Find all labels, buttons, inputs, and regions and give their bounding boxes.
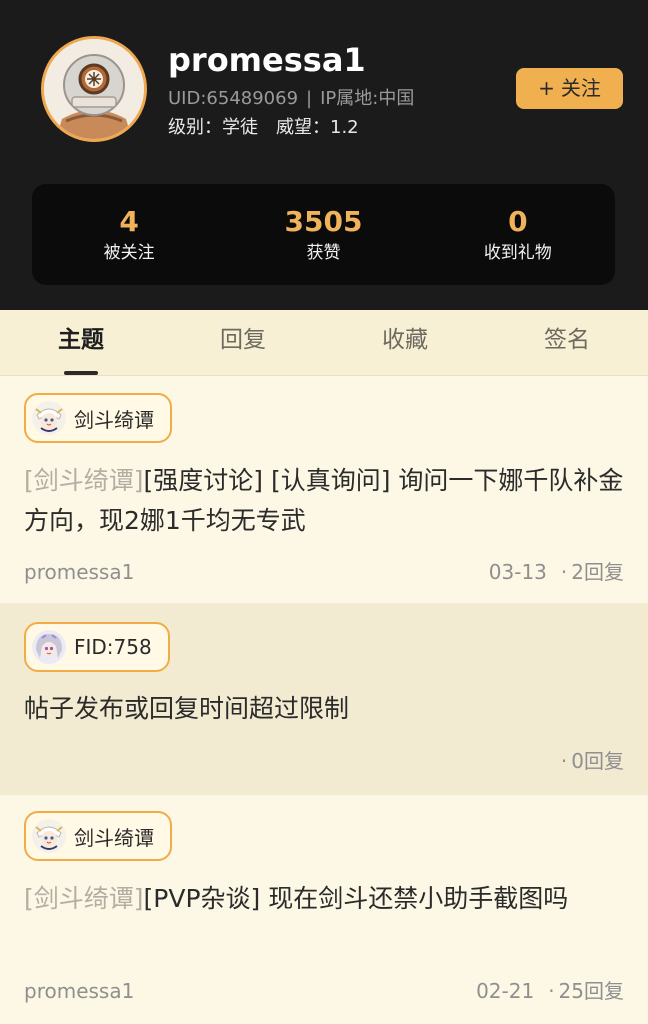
post-item[interactable]: 剑斗绮谭 [剑斗绮谭][PVP杂谈] 现在剑斗还禁小助手截图吗 promessa… (0, 795, 648, 1024)
stat-likes[interactable]: 3505 获赞 (226, 184, 420, 285)
tab-topics[interactable]: 主题 (0, 310, 162, 375)
username: promessa1 (168, 41, 366, 79)
dot-separator: · (560, 749, 568, 773)
tab-favorites[interactable]: 收藏 (324, 310, 486, 375)
post-author[interactable]: promessa1 (24, 558, 134, 586)
uid-ip-line: UID:65489069 | IP属地:中国 (168, 86, 414, 112)
forum-tag[interactable]: 剑斗绮谭 (24, 811, 172, 861)
separator: | (306, 88, 313, 109)
silver-hair-chibi-icon (32, 630, 66, 664)
post-item[interactable]: FID:758 帖子发布或回复时间超过限制 · 0回复 (0, 603, 648, 795)
stat-gifts[interactable]: 0 收到礼物 (421, 184, 615, 285)
post-title[interactable]: [剑斗绮谭][PVP杂谈] 现在剑斗还禁小助手截图吗 (24, 879, 624, 919)
post-title[interactable]: [剑斗绮谭][强度讨论] [认真询问] 询问一下娜千队补金方向，现2娜1千均无专… (24, 461, 624, 541)
stat-label: 收到礼物 (483, 242, 552, 263)
post-title-text: 帖子发布或回复时间超过限制 (24, 694, 350, 723)
tab-bar: 主题 回复 收藏 签名 (0, 310, 648, 376)
prestige-text: 威望：1.2 (276, 117, 359, 138)
paimon-icon (32, 401, 66, 435)
stat-value: 3505 (284, 204, 363, 238)
stat-followers[interactable]: 4 被关注 (32, 184, 226, 285)
diving-helmet-icon (44, 39, 144, 139)
ip-location: IP属地:中国 (320, 88, 415, 109)
post-item[interactable]: 剑斗绮谭 [剑斗绮谭][强度讨论] [认真询问] 询问一下娜千队补金方向，现2娜… (0, 377, 648, 603)
uid-text: UID:65489069 (168, 88, 299, 109)
post-date: 03-13 (488, 560, 547, 584)
post-title[interactable]: 帖子发布或回复时间超过限制 (24, 689, 624, 729)
post-forum-prefix: [剑斗绮谭] (24, 884, 144, 913)
stat-label: 被关注 (103, 242, 155, 263)
follow-label: 关注 (560, 76, 601, 100)
stat-label: 获赞 (306, 242, 341, 263)
paimon-icon (32, 819, 66, 853)
post-stats: · 0回复 (547, 747, 624, 775)
dot-separator: · (560, 560, 568, 584)
stat-value: 4 (119, 204, 139, 238)
tab-replies[interactable]: 回复 (162, 310, 324, 375)
rank-text: 级别：学徒 (168, 117, 258, 138)
forum-name: 剑斗绮谭 (74, 407, 154, 432)
stats-panel: 4 被关注 3505 获赞 0 收到礼物 (32, 184, 615, 285)
post-title-text: [PVP杂谈] 现在剑斗还禁小助手截图吗 (143, 884, 569, 913)
post-author[interactable]: promessa1 (24, 977, 134, 1005)
forum-tag[interactable]: 剑斗绮谭 (24, 393, 172, 443)
profile-header: promessa1 UID:65489069 | IP属地:中国 级别：学徒 威望：1… (0, 0, 648, 310)
post-stats: 02-21 · 25回复 (476, 977, 624, 1005)
post-forum-prefix: [剑斗绮谭] (24, 466, 144, 495)
forum-name: 剑斗绮谭 (74, 825, 154, 850)
follow-button[interactable]: + 关注 (516, 68, 623, 109)
dot-separator: · (548, 979, 555, 1003)
post-date: 02-21 (476, 979, 535, 1003)
plus-icon: + (538, 76, 555, 100)
forum-name: FID:758 (74, 635, 152, 659)
tab-signature[interactable]: 签名 (486, 310, 648, 375)
reply-count: 2回复 (571, 560, 624, 584)
stat-value: 0 (508, 204, 528, 238)
forum-tag[interactable]: FID:758 (24, 622, 170, 672)
rank-line: 级别：学徒 威望：1.2 (168, 115, 359, 141)
reply-count: 0回复 (571, 749, 624, 773)
avatar[interactable] (41, 36, 147, 142)
post-stats: 03-13 · 2回复 (489, 558, 624, 586)
reply-count: 25回复 (558, 979, 624, 1003)
